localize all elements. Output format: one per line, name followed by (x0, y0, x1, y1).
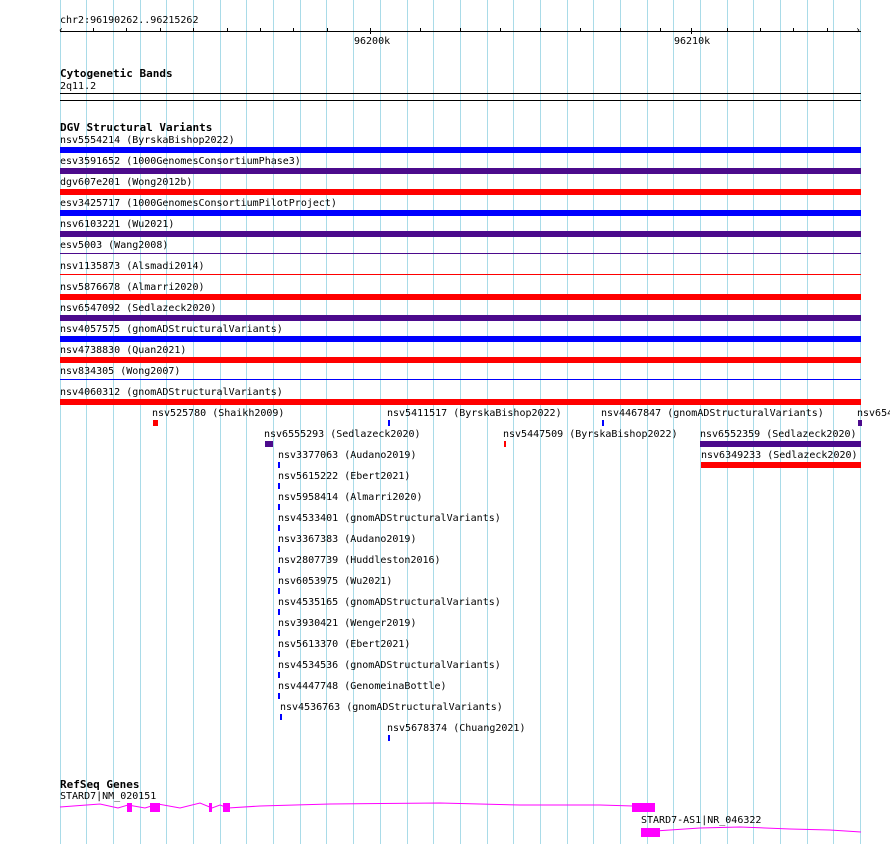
gene-models[interactable] (0, 0, 890, 844)
genome-browser-view: chr2:96190262..96215262 ‹ › 96200k 96210… (0, 0, 890, 844)
gene-label: STARD7-AS1|NR_046322 (641, 815, 762, 826)
